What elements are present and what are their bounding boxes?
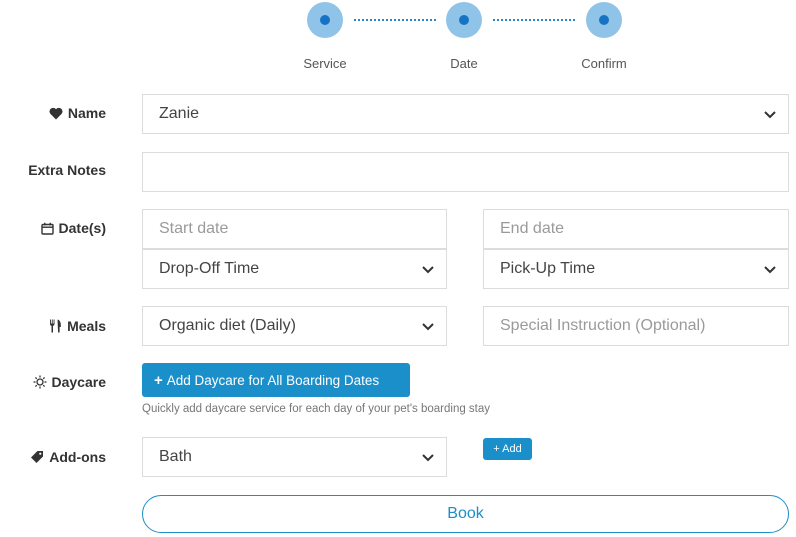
daycare-hint: Quickly add daycare service for each day…	[142, 403, 491, 415]
pickup-time-select[interactable]: Pick-Up Time	[483, 249, 789, 289]
step-date-indicator	[446, 2, 482, 38]
add-daycare-button-label: Add Daycare for All Boarding Dates	[166, 372, 380, 388]
step-connector	[354, 19, 436, 21]
meals-label-text: Meals	[67, 318, 106, 334]
addons-label: Add-ons	[30, 449, 106, 465]
chevron-down-icon	[420, 318, 436, 334]
sun-icon	[33, 375, 47, 389]
pickup-time-value: Pick-Up Time	[500, 260, 596, 277]
chevron-down-icon	[762, 106, 778, 122]
name-select[interactable]: Zanie	[142, 94, 789, 134]
chevron-down-icon	[420, 261, 436, 277]
chevron-down-icon	[420, 449, 436, 465]
dates-label: Date(s)	[40, 220, 106, 236]
daycare-label: Daycare	[33, 374, 107, 390]
daycare-label-text: Daycare	[51, 374, 107, 390]
meals-select-value: Organic diet (Daily)	[159, 317, 296, 334]
add-daycare-button[interactable]: + Add Daycare for All Boarding Dates	[142, 363, 410, 397]
dropoff-time-select[interactable]: Drop-Off Time	[142, 249, 447, 289]
name-label: Name	[49, 105, 106, 121]
name-select-value: Zanie	[159, 105, 200, 122]
meals-label: Meals	[49, 318, 106, 334]
step-service-indicator	[307, 2, 343, 38]
extra-notes-label-text: Extra Notes	[28, 162, 106, 178]
step-confirm-indicator	[586, 2, 622, 38]
dates-label-text: Date(s)	[58, 220, 106, 236]
book-button[interactable]: Book	[142, 495, 789, 533]
heart-icon	[49, 107, 63, 120]
start-date-input[interactable]: Start date	[142, 209, 447, 249]
addons-select-value: Bath	[159, 448, 192, 465]
extra-notes-label: Extra Notes	[28, 162, 106, 178]
special-instruction-input[interactable]: Special Instruction (Optional)	[483, 306, 789, 346]
step-date-label: Date	[450, 56, 478, 71]
meals-select[interactable]: Organic diet (Daily)	[142, 306, 447, 346]
extra-notes-input[interactable]	[142, 152, 789, 192]
addons-label-text: Add-ons	[49, 449, 106, 465]
start-date-placeholder: Start date	[159, 220, 229, 237]
plus-icon: +	[154, 371, 163, 389]
tag-icon	[30, 450, 44, 464]
chevron-down-icon	[762, 261, 778, 277]
step-connector	[493, 19, 575, 21]
name-label-text: Name	[67, 105, 106, 121]
step-confirm-label: Confirm	[581, 56, 627, 71]
utensils-icon	[49, 319, 62, 333]
calendar-icon	[40, 222, 54, 235]
end-date-input[interactable]: End date	[483, 209, 789, 249]
step-service-label: Service	[303, 56, 347, 71]
dropoff-time-value: Drop-Off Time	[159, 260, 260, 277]
addons-select[interactable]: Bath	[142, 437, 447, 477]
add-addon-button[interactable]: + Add	[483, 438, 532, 460]
end-date-placeholder: End date	[500, 220, 565, 237]
special-instruction-placeholder: Special Instruction (Optional)	[500, 317, 706, 334]
